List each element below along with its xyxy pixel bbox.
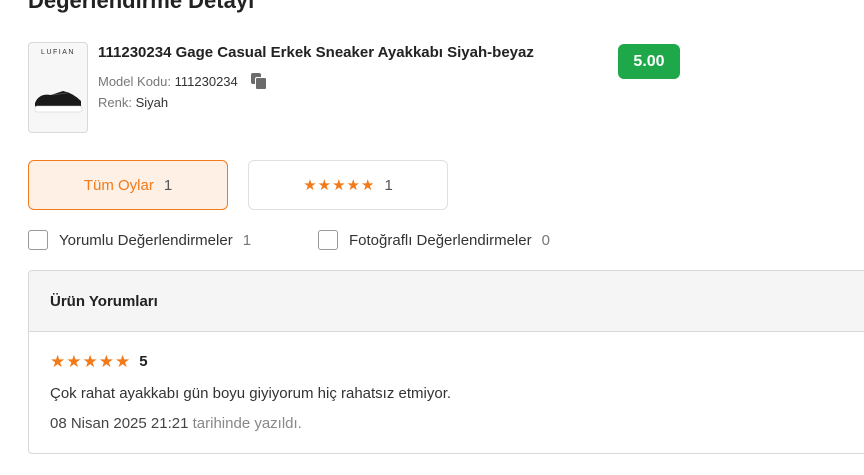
- review-date-suffix: tarihinde yazıldı.: [192, 415, 302, 432]
- all-ratings-label: Tüm Oylar: [83, 176, 154, 194]
- sneaker-image: [34, 91, 83, 113]
- star-icon: ★: [66, 352, 82, 371]
- star-icon: ★: [303, 176, 317, 194]
- copy-icon[interactable]: [251, 73, 268, 90]
- reviews-header: Ürün Yorumları: [29, 271, 864, 332]
- commented-reviews-checkbox[interactable]: Yorumlu Değerlendirmeler 1: [28, 230, 251, 250]
- page-heading: Değerlendirme Detayı: [28, 0, 255, 13]
- photo-reviews-checkbox[interactable]: Fotoğraflı Değerlendirmeler 0: [318, 230, 550, 250]
- checkbox-count: 1: [242, 231, 252, 249]
- review-text: Çok rahat ayakkabı gün boyu giyiyorum hi…: [50, 385, 452, 402]
- color-label: Renk:: [98, 95, 132, 110]
- checkbox-count: 0: [541, 231, 550, 249]
- checkbox-box[interactable]: [318, 230, 338, 250]
- star-icon: ★: [115, 352, 131, 371]
- all-ratings-filter-button[interactable]: Tüm Oylar 1: [28, 160, 228, 210]
- model-code-row: Model Kodu: 111230234: [98, 73, 268, 90]
- color-value: Siyah: [135, 95, 169, 110]
- score-badge: 5.00: [618, 44, 680, 79]
- model-code-label: Model Kodu:: [98, 74, 171, 89]
- checkbox-label: Yorumlu Değerlendirmeler: [59, 231, 233, 249]
- star-icon: ★: [82, 352, 98, 371]
- review-rating-value: 5: [139, 353, 148, 370]
- review-date-value: 08 Nisan 2025 21:21: [50, 415, 189, 432]
- star-icon: ★: [361, 176, 375, 194]
- model-code-value: 111230234: [174, 74, 238, 89]
- five-star-filter-button[interactable]: ★ ★ ★ ★ ★ 1: [248, 160, 448, 210]
- product-image[interactable]: LUFIAN: [28, 42, 88, 133]
- checkbox-label: Fotoğraflı Değerlendirmeler: [349, 231, 532, 249]
- review-rating: ★ ★ ★ ★ ★ 5: [50, 353, 148, 370]
- star-icon: ★: [317, 176, 332, 194]
- all-ratings-count: 1: [163, 176, 173, 194]
- product-reviews-panel: Ürün Yorumları ★ ★ ★ ★ ★ 5 Çok rahat aya…: [28, 270, 864, 454]
- product-title[interactable]: 111230234 Gage Casual Erkek Sneaker Ayak…: [98, 44, 534, 61]
- brand-logo: LUFIAN: [41, 49, 75, 56]
- five-star-rating: ★ ★ ★ ★ ★: [303, 178, 374, 193]
- review-date: 08 Nisan 2025 21:21 tarihinde yazıldı.: [50, 415, 302, 432]
- star-icon: ★: [98, 352, 114, 371]
- star-icon: ★: [332, 176, 346, 194]
- star-icon: ★: [50, 352, 66, 371]
- checkbox-box[interactable]: [28, 230, 48, 250]
- color-row: Renk: Siyah: [98, 95, 168, 110]
- star-icon: ★: [346, 176, 360, 194]
- five-star-count: 1: [384, 176, 393, 194]
